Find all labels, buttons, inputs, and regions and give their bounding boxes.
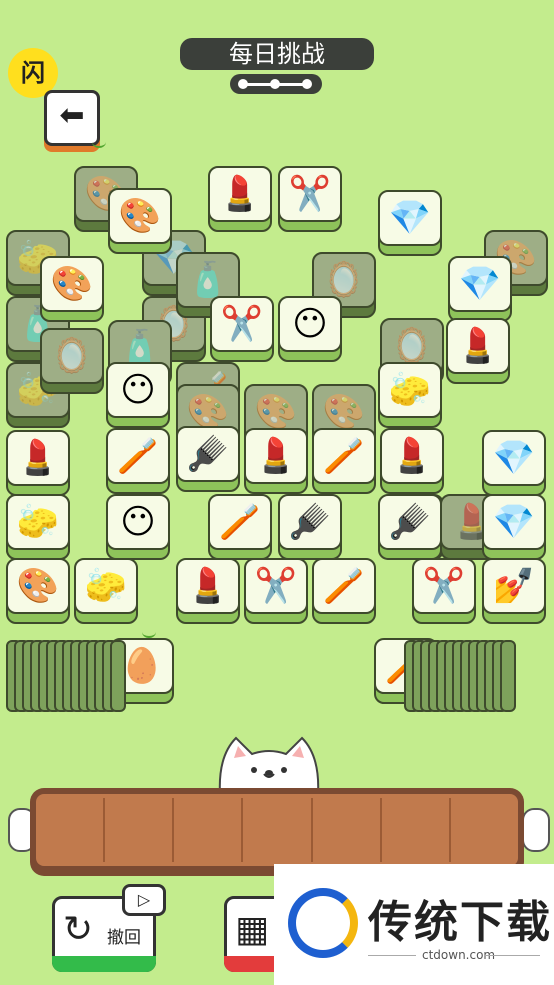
watermark-logo xyxy=(288,888,358,958)
tray-slot xyxy=(313,798,382,862)
undo-label: 撤回 xyxy=(107,928,141,948)
lipstick-icon: 💄 xyxy=(390,436,434,476)
mirror-icon: 🪞 xyxy=(50,336,94,376)
tile-scissors[interactable]: ✂️ xyxy=(278,166,342,232)
mask-icon: 😶 xyxy=(292,304,328,344)
lipstick-icon: 💄 xyxy=(456,326,500,366)
stacked-tile xyxy=(110,640,126,712)
stage-progress xyxy=(230,74,322,94)
grass-decoration xyxy=(142,626,156,638)
comb-icon: 🪮 xyxy=(288,502,332,542)
tile-lipstick[interactable]: 💄 xyxy=(176,558,240,624)
lipstick-icon: 💄 xyxy=(218,174,262,214)
tile-lipstick[interactable]: 💄 xyxy=(244,428,308,494)
tile-compact[interactable]: 🧽 xyxy=(378,362,442,428)
undo-icon: ↻ xyxy=(63,909,94,950)
mask-icon: 😶 xyxy=(120,370,156,410)
grid-icon: ▦ xyxy=(235,909,270,950)
toothbrush-icon: 🪥 xyxy=(116,436,160,476)
mirror-icon: 🪞 xyxy=(322,260,366,300)
scissors-icon: ✂️ xyxy=(422,566,466,606)
tile-scissors[interactable]: ✂️ xyxy=(412,558,476,624)
perfume-icon: 🧴 xyxy=(186,260,230,300)
tile-comb[interactable]: 🪮 xyxy=(378,494,442,560)
tile-diamond[interactable]: 💎 xyxy=(378,190,442,256)
palette-icon: 🎨 xyxy=(322,392,366,432)
page-title: 每日挑战 xyxy=(180,38,374,70)
toothbrush-icon: 🪥 xyxy=(218,502,262,542)
tile-toothbrush[interactable]: 🪥 xyxy=(106,428,170,494)
tile-palette[interactable]: 🎨 xyxy=(108,188,172,254)
tile-nail[interactable]: 💅 xyxy=(482,558,546,624)
tile-mask[interactable]: 😶 xyxy=(278,296,342,362)
bone-right xyxy=(522,808,550,852)
lipstick-icon: 💄 xyxy=(186,566,230,606)
tile-lipstick[interactable]: 💄 xyxy=(208,166,272,232)
tile-diamond[interactable]: 💎 xyxy=(482,430,546,496)
scissors-icon: ✂️ xyxy=(288,174,332,214)
tile-compact[interactable]: 🧽 xyxy=(6,494,70,560)
palette-icon: 🎨 xyxy=(118,196,162,236)
diamond-icon: 💎 xyxy=(492,438,536,478)
tile-toothbrush[interactable]: 🪥 xyxy=(312,558,376,624)
tile-stack-left xyxy=(6,640,156,712)
video-play-icon[interactable]: ▷ xyxy=(122,884,166,916)
arrow-left-icon: ⬅ xyxy=(59,98,85,133)
palette-icon: 🎨 xyxy=(254,392,298,432)
tile-palette[interactable]: 🎨 xyxy=(6,558,70,624)
tile-lipstick[interactable]: 💄 xyxy=(446,318,510,384)
mask-icon: 😶 xyxy=(120,502,156,542)
tile-comb[interactable]: 🪮 xyxy=(278,494,342,560)
tile-compact[interactable]: 🧽 xyxy=(74,558,138,624)
tile-lipstick[interactable]: 💄 xyxy=(380,428,444,494)
tray-slot xyxy=(105,798,175,862)
compact-icon: 🧽 xyxy=(84,566,128,606)
compact-icon: 🧽 xyxy=(388,370,432,410)
tray-slot xyxy=(382,798,451,862)
tile-toothbrush[interactable]: 🪥 xyxy=(208,494,272,560)
tile-palette[interactable]: 🎨 xyxy=(40,256,104,322)
palette-icon: 🎨 xyxy=(50,264,94,304)
tile-scissors[interactable]: ✂️ xyxy=(210,296,274,362)
watermark: 传统下载 ctdown.com xyxy=(274,864,554,985)
lipstick-icon: 💄 xyxy=(16,438,60,478)
compact-icon: 🧽 xyxy=(16,502,60,542)
grass-decoration xyxy=(92,136,106,148)
toothbrush-icon: 🪥 xyxy=(322,436,366,476)
tile-scissors[interactable]: ✂️ xyxy=(244,558,308,624)
tile-mask[interactable]: 😶 xyxy=(106,362,170,428)
tile-stack-right xyxy=(404,640,546,712)
tile-comb[interactable]: 🪮 xyxy=(176,426,240,492)
tile-diamond[interactable]: 💎 xyxy=(482,494,546,560)
lipstick-icon: 💄 xyxy=(254,436,298,476)
diamond-icon: 💎 xyxy=(388,198,432,238)
comb-icon: 🪮 xyxy=(388,502,432,542)
scissors-icon: ✂️ xyxy=(220,304,264,344)
cat-mascot xyxy=(218,736,320,794)
tray-slot xyxy=(174,798,244,862)
tile-toothbrush[interactable]: 🪥 xyxy=(312,428,376,494)
mirror-icon: 🪞 xyxy=(390,326,434,366)
diamond-icon: 💎 xyxy=(492,502,536,542)
stacked-tile xyxy=(500,640,516,712)
tray-slot xyxy=(451,798,518,862)
tile-mask[interactable]: 😶 xyxy=(106,494,170,560)
tile-lipstick[interactable]: 💄 xyxy=(6,430,70,496)
tray-slot xyxy=(36,798,106,862)
diamond-icon: 💎 xyxy=(458,264,502,304)
toothbrush-icon: 🪥 xyxy=(322,566,366,606)
comb-icon: 🪮 xyxy=(186,434,230,474)
tile-mirror: 🪞 xyxy=(40,328,104,394)
tile-tray xyxy=(30,788,524,876)
palette-icon: 🎨 xyxy=(16,566,60,606)
watermark-title: 传统下载 xyxy=(368,897,552,948)
scissors-icon: ✂️ xyxy=(254,566,298,606)
tile-diamond[interactable]: 💎 xyxy=(448,256,512,322)
nail-icon: 💅 xyxy=(492,566,536,606)
tray-slot xyxy=(243,798,313,862)
